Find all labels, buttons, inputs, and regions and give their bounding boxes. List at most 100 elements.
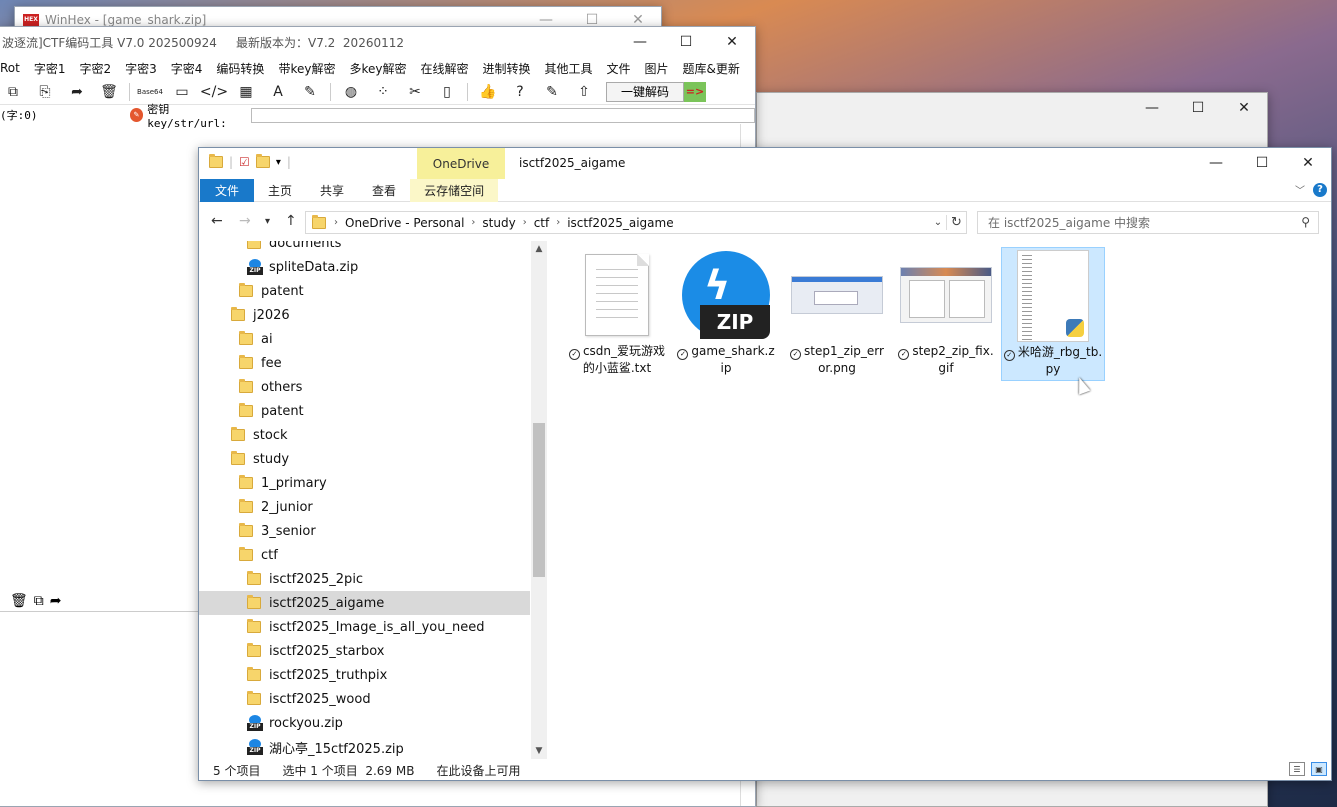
- explorer-window[interactable]: | ☑ ▾ | OneDrive isctf2025_aigame — ☐ ✕ …: [198, 147, 1332, 781]
- tab-view[interactable]: 查看: [358, 179, 410, 202]
- tree-item[interactable]: ZIP rockyou.zip: [199, 711, 530, 735]
- tree-item[interactable]: others: [199, 375, 530, 399]
- menu-multikey-decrypt[interactable]: 多key解密: [342, 60, 413, 77]
- minimize-icon[interactable]: —: [1193, 148, 1239, 178]
- chevron-right-icon[interactable]: ›: [556, 217, 560, 228]
- tree-item[interactable]: isctf2025_wood: [199, 687, 530, 711]
- tree-item-selected[interactable]: isctf2025_aigame: [199, 591, 530, 615]
- menu-zimi1[interactable]: 字密1: [27, 60, 73, 77]
- tab-file[interactable]: 文件: [200, 178, 255, 202]
- back-arrow-icon[interactable]: ←: [211, 213, 223, 229]
- tree-item[interactable]: j2026: [199, 303, 530, 327]
- share-icon[interactable]: ➦: [64, 81, 90, 103]
- chevron-down-icon[interactable]: ▾: [276, 157, 281, 168]
- properties-icon[interactable]: ☑: [239, 155, 250, 169]
- close-icon[interactable]: ✕: [1285, 148, 1331, 178]
- menu-encoding[interactable]: 编码转换: [209, 60, 271, 77]
- tree-item[interactable]: 3_senior: [199, 519, 530, 543]
- close-icon[interactable]: ✕: [709, 27, 755, 57]
- tree-item[interactable]: isctf2025_2pic: [199, 567, 530, 591]
- thumbs-up-icon[interactable]: 👍: [475, 81, 501, 103]
- file-item[interactable]: ✓ step2_zip_fix.gif: [894, 247, 998, 381]
- trash-icon[interactable]: 🗑: [96, 81, 122, 103]
- tree-item[interactable]: ZIP 湖心亭_15ctf2025.zip: [199, 735, 530, 759]
- forward-arrow-icon[interactable]: →: [239, 213, 251, 229]
- scroll-down-icon[interactable]: ▼: [531, 743, 547, 759]
- document-icon[interactable]: ▯: [434, 81, 460, 103]
- close-icon[interactable]: ✕: [1221, 93, 1267, 123]
- tab-share[interactable]: 共享: [306, 179, 358, 202]
- breadcrumb-study[interactable]: study: [482, 216, 515, 230]
- upload-icon[interactable]: ⇧: [571, 81, 597, 103]
- trash-icon[interactable]: 🗑: [10, 593, 28, 609]
- tree-item[interactable]: 2_junior: [199, 495, 530, 519]
- recent-dropdown-icon[interactable]: ▾: [265, 216, 270, 227]
- tree-item[interactable]: fee: [199, 351, 530, 375]
- file-item[interactable]: ✓ csdn_爱玩游戏的小蓝鲨.txt: [565, 247, 669, 381]
- tree-item[interactable]: documents: [199, 241, 530, 255]
- menu-other-tools[interactable]: 其他工具: [538, 60, 600, 77]
- menu-zimi4[interactable]: 字密4: [164, 60, 210, 77]
- tree-item[interactable]: isctf2025_Image_is_all_you_need: [199, 615, 530, 639]
- one-click-decode-button[interactable]: 一键解码: [606, 81, 684, 102]
- refresh-icon[interactable]: ↻: [946, 215, 966, 230]
- large-icons-view-icon[interactable]: ▣: [1311, 762, 1327, 776]
- tree-item[interactable]: patent: [199, 399, 530, 423]
- tree-item[interactable]: 1_primary: [199, 471, 530, 495]
- sign-icon[interactable]: ✎: [297, 81, 323, 103]
- chevron-down-icon[interactable]: ⌄: [930, 217, 946, 228]
- tree-item[interactable]: stock: [199, 423, 530, 447]
- menu-radix[interactable]: 进制转换: [475, 60, 537, 77]
- nav-scrollbar[interactable]: ▲ ▼: [531, 241, 547, 759]
- tools-icon[interactable]: ✂: [402, 81, 428, 103]
- menu-image[interactable]: 图片: [638, 60, 676, 77]
- share-icon[interactable]: ➦: [50, 593, 62, 609]
- scroll-up-icon[interactable]: ▲: [531, 241, 547, 257]
- menu-file[interactable]: 文件: [600, 60, 638, 77]
- search-box[interactable]: 在 isctf2025_aigame 中搜索 ⚲: [977, 211, 1319, 234]
- copy-icon[interactable]: ⧉: [0, 81, 26, 103]
- help-icon[interactable]: ?: [507, 81, 533, 103]
- menu-library-update[interactable]: 题库&更新: [676, 60, 747, 77]
- maximize-icon[interactable]: ☐: [1175, 93, 1221, 123]
- breadcrumb-current[interactable]: isctf2025_aigame: [567, 216, 673, 230]
- details-view-icon[interactable]: ☰: [1289, 762, 1305, 776]
- tree-item[interactable]: study: [199, 447, 530, 471]
- tree-item[interactable]: ZIP spliteData.zip: [199, 255, 530, 279]
- grid-icon[interactable]: ⁘: [370, 81, 396, 103]
- tree-item[interactable]: ai: [199, 327, 530, 351]
- minimize-icon[interactable]: —: [1129, 93, 1175, 123]
- tree-item[interactable]: isctf2025_starbox: [199, 639, 530, 663]
- chevron-right-icon[interactable]: ›: [471, 217, 475, 228]
- file-item[interactable]: ✓ step1_zip_error.png: [785, 247, 889, 381]
- maximize-icon[interactable]: ☐: [1239, 148, 1285, 178]
- menu-online-decrypt[interactable]: 在线解密: [413, 60, 475, 77]
- globe-icon[interactable]: ◍: [338, 81, 364, 103]
- edit-icon[interactable]: ✎: [539, 81, 565, 103]
- maximize-icon[interactable]: ☐: [663, 27, 709, 57]
- scrollbar-thumb[interactable]: [533, 423, 545, 577]
- menu-key-decrypt[interactable]: 带key解密: [271, 60, 342, 77]
- breadcrumb-onedrive[interactable]: OneDrive - Personal: [345, 216, 464, 230]
- minimize-icon[interactable]: —: [617, 27, 663, 57]
- base64-icon[interactable]: Base64: [137, 81, 163, 103]
- address-bar[interactable]: › OneDrive - Personal › study › ctf › is…: [305, 211, 967, 234]
- paste-icon[interactable]: ⎘: [32, 81, 58, 103]
- tree-item[interactable]: ctf: [199, 543, 530, 567]
- tab-cloud-storage[interactable]: 云存储空间: [410, 178, 499, 202]
- table-icon[interactable]: ▦: [233, 81, 259, 103]
- menu-rot[interactable]: Rot: [0, 61, 27, 75]
- search-icon[interactable]: ⚲: [1301, 215, 1310, 229]
- explorer-titlebar[interactable]: | ☑ ▾ | OneDrive isctf2025_aigame — ☐ ✕: [199, 148, 1331, 179]
- expand-ribbon-icon[interactable]: ﹀: [1295, 182, 1305, 197]
- tree-item[interactable]: isctf2025_truthpix: [199, 663, 530, 687]
- code-icon[interactable]: </>: [200, 81, 228, 103]
- menu-zimi3[interactable]: 字密3: [118, 60, 164, 77]
- menu-zimi2[interactable]: 字密2: [73, 60, 119, 77]
- font-icon[interactable]: A: [265, 81, 291, 103]
- file-item[interactable]: ϟ ZIP ✓ game_shark.zip: [674, 247, 778, 381]
- arrow-button[interactable]: =>: [684, 81, 706, 102]
- tab-home[interactable]: 主页: [254, 179, 306, 202]
- new-folder-icon[interactable]: [255, 154, 270, 168]
- breadcrumb-ctf[interactable]: ctf: [534, 216, 550, 230]
